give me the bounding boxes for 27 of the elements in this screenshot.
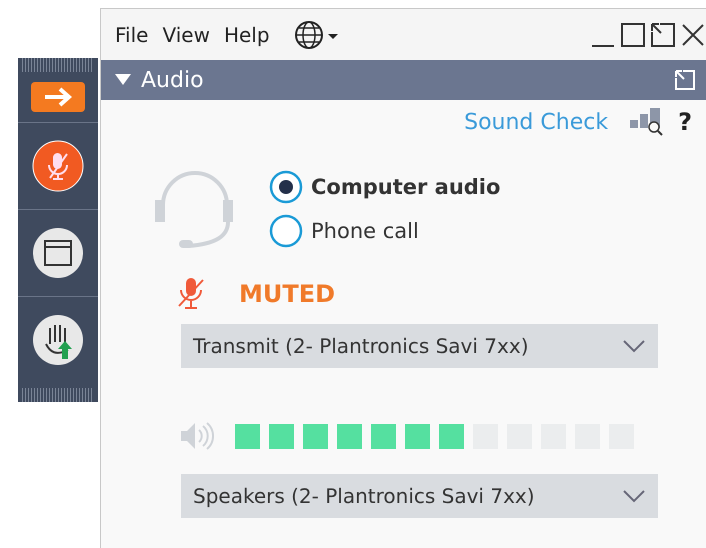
mute-status: MUTED (239, 280, 336, 308)
chevron-down-icon (622, 339, 646, 353)
radio-circle-icon (269, 170, 303, 204)
menu-item[interactable]: Help (222, 22, 272, 46)
muted-microphone-icon (177, 276, 205, 312)
maximize-icon[interactable] (620, 22, 646, 48)
audio-option-radio[interactable]: Phone call (269, 214, 500, 248)
close-icon[interactable] (680, 22, 706, 48)
speaker-dropdown[interactable]: Speakers (2- Plantronics Savi 7xx) (181, 474, 658, 518)
pop-out-icon[interactable] (650, 22, 676, 48)
audio-option-radio[interactable]: Computer audio (269, 170, 500, 204)
microphone-dropdown[interactable]: Transmit (2- Plantronics Savi 7xx) (181, 324, 658, 368)
menu-item[interactable]: View (160, 22, 212, 46)
muted-microphone-button[interactable] (32, 140, 84, 192)
grip-handle[interactable] (22, 388, 94, 402)
panel-title: Audio (141, 68, 204, 92)
grip-handle[interactable] (22, 58, 94, 72)
caret-icon[interactable] (115, 74, 131, 86)
chevron-down-icon (622, 489, 646, 503)
radio-circle-icon (269, 214, 303, 248)
arrow-button[interactable] (31, 82, 85, 112)
raise-hand-button[interactable] (32, 314, 84, 366)
window-button[interactable] (32, 227, 84, 279)
signal-bars-magnifier-icon[interactable] (630, 108, 664, 136)
speaker-icon (179, 420, 215, 452)
menu-item[interactable]: File (113, 22, 150, 46)
help-icon[interactable]: ? (678, 108, 692, 136)
